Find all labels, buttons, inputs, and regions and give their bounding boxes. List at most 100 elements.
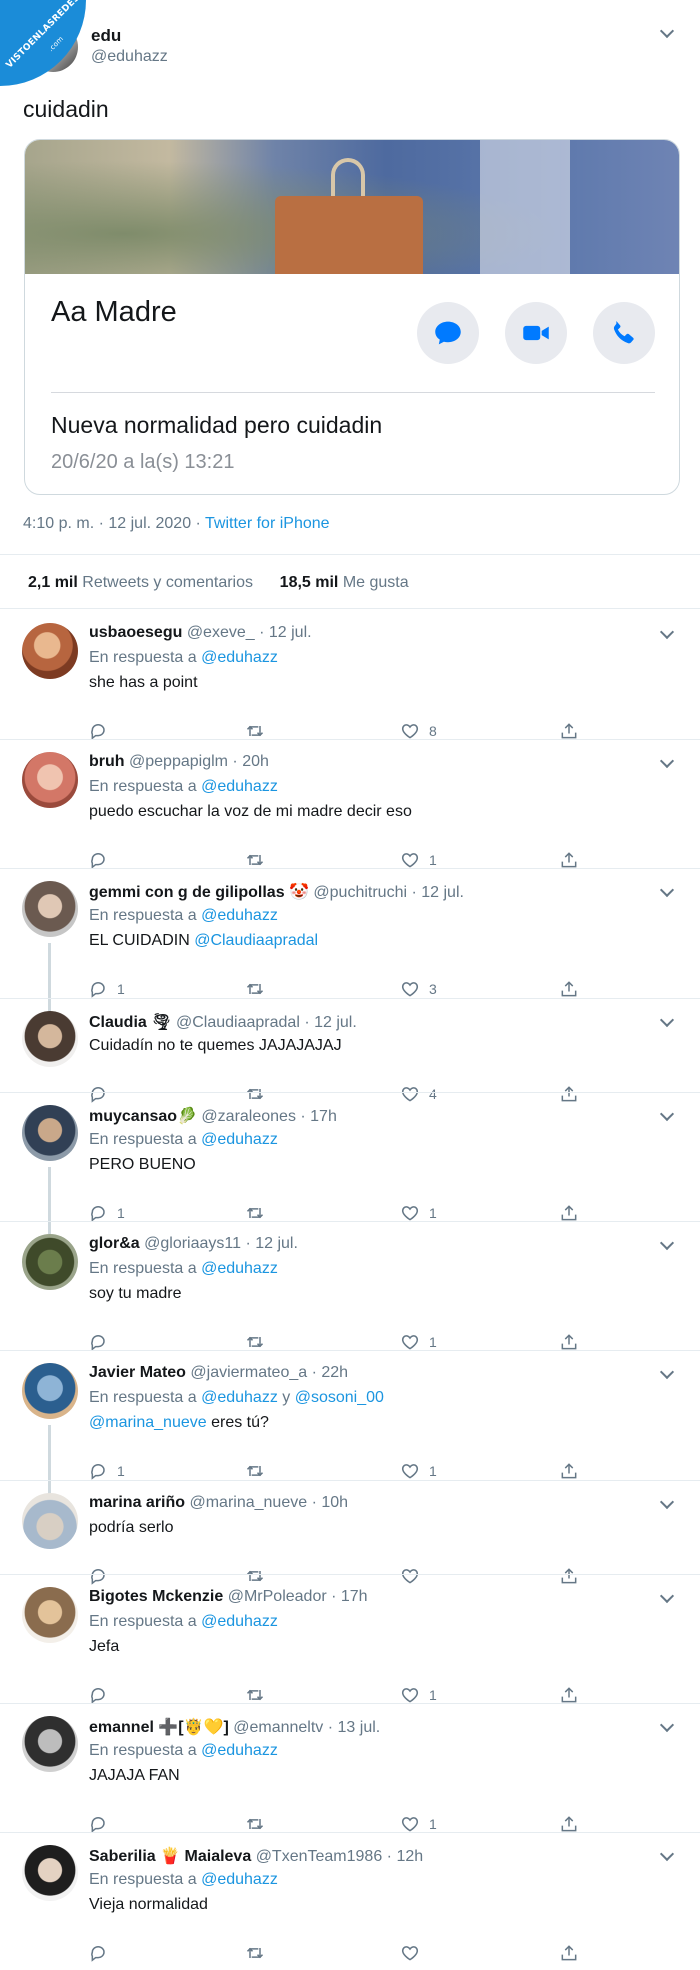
reply-author-handle[interactable]: @Claudiaapradal · 12 jul. [176, 1014, 357, 1031]
mention-link[interactable]: @eduhazz [201, 778, 278, 795]
in-reply-to: En respuesta a @eduhazz [89, 1742, 278, 1760]
reply-author-name[interactable]: Claudia 🌪 [89, 1014, 172, 1031]
avatar[interactable] [22, 1716, 78, 1772]
mention-link[interactable]: @eduhazz [201, 907, 278, 924]
reply-header: muycansao🥬 @zaraleones · 17h [89, 1106, 337, 1126]
reply-icon [89, 1203, 109, 1223]
chevron-down-icon[interactable] [659, 753, 675, 769]
likes-stat[interactable]: 18,5 mil Me gusta [280, 574, 409, 591]
chevron-down-icon[interactable] [659, 1494, 675, 1510]
avatar[interactable] [22, 1105, 78, 1161]
mention-link[interactable]: @eduhazz [201, 1742, 278, 1759]
reply-tweet[interactable]: Saberilia 🍟 Maialeva @TxenTeam1986 · 12h… [0, 1832, 700, 1970]
chevron-down-icon[interactable] [659, 1717, 675, 1733]
avatar[interactable] [22, 752, 78, 808]
reply-tweet[interactable]: bruh @peppapiglm · 20h En respuesta a @ed… [0, 739, 700, 870]
avatar[interactable] [22, 1493, 78, 1549]
reply-author-handle[interactable]: @javiermateo_a · 22h [190, 1364, 348, 1381]
reply-button[interactable] [89, 1941, 117, 1965]
reply-author-name[interactable]: glor&a [89, 1235, 140, 1252]
reply-tweet[interactable]: Javier Mateo @javiermateo_a · 22h En resp… [0, 1350, 700, 1503]
reply-author-handle[interactable]: @puchitruchi · 12 jul. [313, 884, 464, 901]
reply-tweet[interactable]: Claudia 🌪 @Claudiaapradal · 12 jul. Cuida… [0, 998, 700, 1103]
reply-author-name[interactable]: bruh [89, 753, 125, 770]
share-icon [559, 1814, 579, 1834]
reply-author-handle[interactable]: @peppapiglm · 20h [129, 753, 269, 770]
in-reply-prefix: En respuesta a [89, 1742, 202, 1759]
reply-tweet[interactable]: Bigotes Mckenzie @MrPoleador · 17h En res… [0, 1574, 700, 1704]
tweet-stats: 2,1 mil Retweets y comentarios 18,5 mil … [28, 574, 409, 592]
retweets-stat[interactable]: 2,1 mil Retweets y comentarios [28, 574, 253, 591]
author-handle[interactable]: @eduhazz [91, 48, 168, 66]
in-reply-to: En respuesta a @eduhazz [89, 778, 278, 796]
reply-text: Vieja normalidad [89, 1896, 208, 1914]
reply-author-handle[interactable]: @gloriaays11 · 12 jul. [144, 1235, 298, 1252]
reply-author-name[interactable]: gemmi con g de gilipollas 🤡 [89, 884, 309, 901]
tweet-time[interactable]: 4:10 p. m. · 12 jul. 2020 · [23, 515, 205, 532]
chevron-down-icon[interactable] [659, 624, 675, 640]
reply-author-handle[interactable]: @zaraleones · 17h [201, 1108, 336, 1125]
mention-link[interactable]: @eduhazz [201, 649, 278, 666]
reply-author-name[interactable]: Javier Mateo [89, 1364, 186, 1381]
chevron-down-icon[interactable] [659, 1588, 675, 1604]
avatar[interactable] [22, 1234, 78, 1290]
reply-author-handle[interactable]: @MrPoleador · 17h [228, 1588, 368, 1605]
reply-author-handle[interactable]: @TxenTeam1986 · 12h [256, 1848, 423, 1865]
reply-text-content: JAJAJA FAN [89, 1767, 180, 1784]
mention-link[interactable]: @eduhazz [201, 1389, 278, 1406]
retweet-icon [244, 1461, 266, 1481]
reply-author-name[interactable]: muycansao🥬 [89, 1108, 197, 1125]
chevron-down-icon[interactable] [659, 1106, 675, 1122]
reply-tweet[interactable]: muycansao🥬 @zaraleones · 17h En respuesta… [0, 1092, 700, 1234]
share-button[interactable] [559, 1941, 579, 1965]
mention-link[interactable]: @Claudiaapradal [194, 932, 318, 949]
reply-author-name[interactable]: Bigotes Mckenzie [89, 1588, 223, 1605]
mention-link[interactable]: @marina_nueve [89, 1414, 207, 1431]
in-reply-prefix: En respuesta a [89, 1131, 202, 1148]
reply-author-handle[interactable]: @emanneltv · 13 jul. [233, 1719, 380, 1736]
avatar[interactable] [22, 1587, 78, 1643]
chevron-down-icon[interactable] [659, 1235, 675, 1251]
tweet-header: edu @eduhazz [0, 0, 700, 90]
mention-link[interactable]: @eduhazz [201, 1613, 278, 1630]
retweet-icon [244, 1943, 266, 1963]
avatar[interactable] [22, 1845, 78, 1901]
reply-author-name[interactable]: Saberilia 🍟 Maialeva [89, 1848, 251, 1865]
chevron-down-icon[interactable] [659, 882, 675, 898]
mention-link[interactable]: @eduhazz [201, 1871, 278, 1888]
reply-author-name[interactable]: usbaoesegu [89, 624, 182, 641]
chevron-down-icon[interactable] [659, 1846, 675, 1862]
reply-text-content: Cuidadín no te quemes JAJAJAJAJ [89, 1037, 342, 1054]
reply-author-handle[interactable]: @exeve_ · 12 jul. [187, 624, 312, 641]
tweet-source[interactable]: Twitter for iPhone [205, 515, 330, 532]
author-name[interactable]: edu [91, 26, 121, 46]
share-icon [559, 1943, 579, 1963]
mention-link[interactable]: @eduhazz [201, 1131, 278, 1148]
reply-header: Claudia 🌪 @Claudiaapradal · 12 jul. [89, 1012, 357, 1032]
avatar[interactable] [22, 1011, 78, 1067]
reply-tweet[interactable]: emannel ➕[🤴💛] @emanneltv · 13 jul. En res… [0, 1703, 700, 1834]
chevron-down-icon[interactable] [659, 1012, 675, 1028]
reply-author-name[interactable]: emannel ➕[🤴💛] [89, 1719, 229, 1736]
divider [51, 392, 655, 393]
reply-tweet[interactable]: glor&a @gloriaays11 · 12 jul. En respuest… [0, 1221, 700, 1351]
retweet-button[interactable] [244, 1941, 266, 1965]
chevron-down-icon[interactable] [659, 1364, 675, 1380]
avatar[interactable] [22, 1363, 78, 1419]
reply-tweet[interactable]: marina ariño @marina_nueve · 10h podría s… [0, 1480, 700, 1585]
retweet-icon [244, 850, 266, 870]
mention-link[interactable]: @eduhazz [201, 1260, 278, 1277]
in-reply-to: En respuesta a @eduhazz [89, 907, 278, 925]
reply-tweet[interactable]: usbaoesegu @exeve_ · 12 jul. En respuesta… [0, 610, 700, 740]
like-count: 1 [429, 1687, 437, 1703]
avatar[interactable] [22, 881, 78, 937]
chevron-down-icon[interactable] [659, 23, 675, 39]
like-button[interactable] [399, 1941, 429, 1965]
reply-tweet[interactable]: gemmi con g de gilipollas 🤡 @puchitruchi… [0, 868, 700, 1011]
tweet-image-card[interactable]: Aa Madre Nueva normalidad pero cuidadin … [24, 139, 680, 495]
reply-author-name[interactable]: marina ariño [89, 1494, 185, 1511]
reply-author-handle[interactable]: @marina_nueve · 10h [189, 1494, 348, 1511]
avatar[interactable] [22, 623, 78, 679]
reply-header: marina ariño @marina_nueve · 10h [89, 1494, 348, 1512]
mention-link[interactable]: @sosoni_00 [295, 1389, 384, 1406]
